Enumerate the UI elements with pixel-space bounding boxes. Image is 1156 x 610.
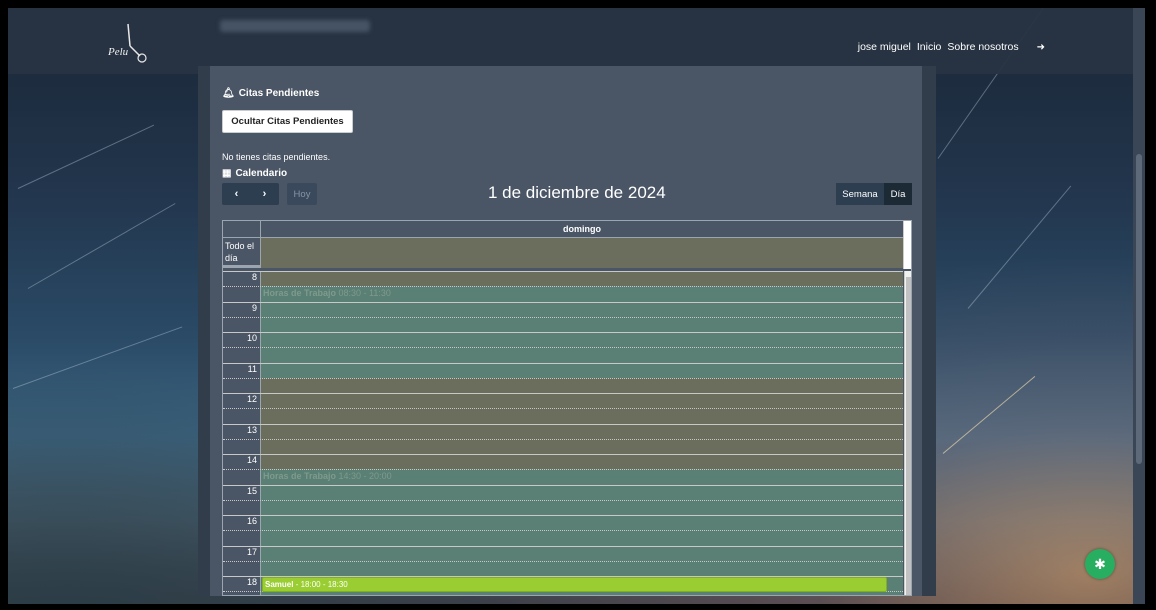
time-grid: 8 9 10 11 12 13 14 15 16 17 18 Horas de Trabajo 08:… — [223, 271, 903, 595]
navbar: Pelu jose miguel Inicio Sobre nosotros ➜ — [8, 8, 1145, 74]
hour-row: 9 — [223, 301, 903, 332]
time-slot[interactable] — [261, 316, 903, 332]
hour-label: 11 — [247, 363, 257, 374]
pending-title: Citas Pendientes — [238, 88, 320, 99]
calendar-header: domingo — [223, 221, 903, 238]
settings-gear-button[interactable]: ✱ — [1085, 549, 1115, 579]
calendar-section-title: ▦ Calendario — [222, 168, 287, 179]
time-slot[interactable] — [261, 393, 903, 409]
gear-icon: ✱ — [1094, 555, 1106, 572]
hour-row: 11 — [223, 362, 903, 393]
hour-label: 13 — [246, 424, 257, 435]
time-slot[interactable] — [261, 515, 903, 531]
bell-icon: 🔔︎ — [222, 88, 235, 99]
hour-row: 17 — [223, 545, 903, 576]
view-week-button[interactable]: Semana — [836, 183, 884, 205]
time-slot[interactable] — [261, 530, 903, 546]
hour-row: 12 — [223, 393, 903, 424]
time-slot[interactable] — [261, 271, 903, 287]
time-slot[interactable] — [261, 484, 903, 500]
today-button[interactable]: Hoy — [287, 183, 317, 205]
hour-label: 16 — [246, 516, 257, 526]
hour-row: 10 — [223, 332, 903, 363]
hour-label: 8 — [251, 272, 257, 282]
time-slot[interactable] — [261, 499, 903, 515]
time-slot[interactable] — [261, 408, 903, 424]
view-day-button[interactable]: Día — [884, 183, 912, 205]
no-pending-message: No tienes citas pendientes. — [222, 152, 331, 162]
calendar-icon: ▦ — [222, 168, 232, 179]
pending-section-title: 🔔︎ Citas Pendientes — [222, 88, 319, 99]
hour-row: 15 — [223, 484, 903, 515]
hour-row: 16 — [223, 515, 903, 546]
calendar-date-title: 1 de diciembre de 2024 — [488, 183, 666, 202]
all-day-cell[interactable] — [261, 238, 903, 268]
time-slot[interactable] — [261, 423, 903, 439]
time-slot[interactable] — [261, 454, 903, 470]
view-switcher: Semana Día — [836, 183, 912, 205]
chevron-right-icon[interactable]: › — [251, 188, 279, 200]
time-slot[interactable] — [261, 545, 903, 561]
hour-axis: 18 — [223, 576, 261, 595]
hour-row: 13 — [223, 423, 903, 454]
hide-pending-button[interactable]: Ocultar Citas Pendientes — [222, 110, 353, 133]
blurred-nav-text — [220, 20, 370, 32]
hour-label: 12 — [246, 394, 257, 404]
nav-link-sobre-nosotros[interactable]: Sobre nosotros — [947, 41, 1018, 53]
time-slot[interactable] — [261, 377, 903, 393]
work-hours-label: Horas de Trabajo 14:30 - 20:00 — [263, 471, 392, 482]
nav-links: jose miguel Inicio Sobre nosotros ➜ — [852, 41, 1045, 53]
time-slot[interactable] — [261, 301, 903, 317]
prev-next-group: ‹ › — [222, 183, 279, 205]
page-scrollbar[interactable] — [1133, 8, 1145, 604]
nav-link-inicio[interactable]: Inicio — [917, 41, 942, 53]
nav-user-name[interactable]: jose miguel — [858, 41, 911, 53]
work-hours-label: Horas de Trabajo 08:30 - 11:30 — [263, 288, 391, 299]
hour-label: 10 — [246, 333, 257, 343]
hour-label: 18 — [246, 577, 257, 587]
time-slot[interactable] — [261, 438, 903, 454]
scissors-logo-icon — [127, 23, 147, 63]
logo-text[interactable]: Pelu — [108, 46, 128, 58]
time-slot[interactable] — [261, 560, 903, 576]
all-day-row: Todo el día — [223, 238, 903, 268]
calendar-grid: domingo Todo el día 8 9 10 11 12 13 14 15 16 17 18… — [222, 220, 912, 596]
time-slot[interactable] — [261, 362, 903, 378]
calendar-title: Calendario — [235, 168, 288, 179]
time-slot[interactable] — [261, 347, 903, 363]
allday-scrollbar[interactable] — [903, 221, 911, 269]
chevron-left-icon[interactable]: ‹ — [223, 188, 251, 200]
hour-label: 17 — [246, 546, 257, 557]
all-day-label: Todo el día — [223, 238, 261, 268]
hour-label: 9 — [251, 302, 257, 313]
day-header: domingo — [563, 224, 601, 234]
hour-label: 15 — [246, 485, 257, 496]
logout-icon[interactable]: ➜ — [1037, 42, 1045, 53]
appointment-event[interactable]: Samuel - 18:00 - 18:30 — [262, 576, 887, 592]
calendar-scrollbar[interactable] — [904, 271, 911, 595]
time-slot[interactable] — [261, 332, 903, 348]
hour-label: 14 — [246, 455, 257, 465]
